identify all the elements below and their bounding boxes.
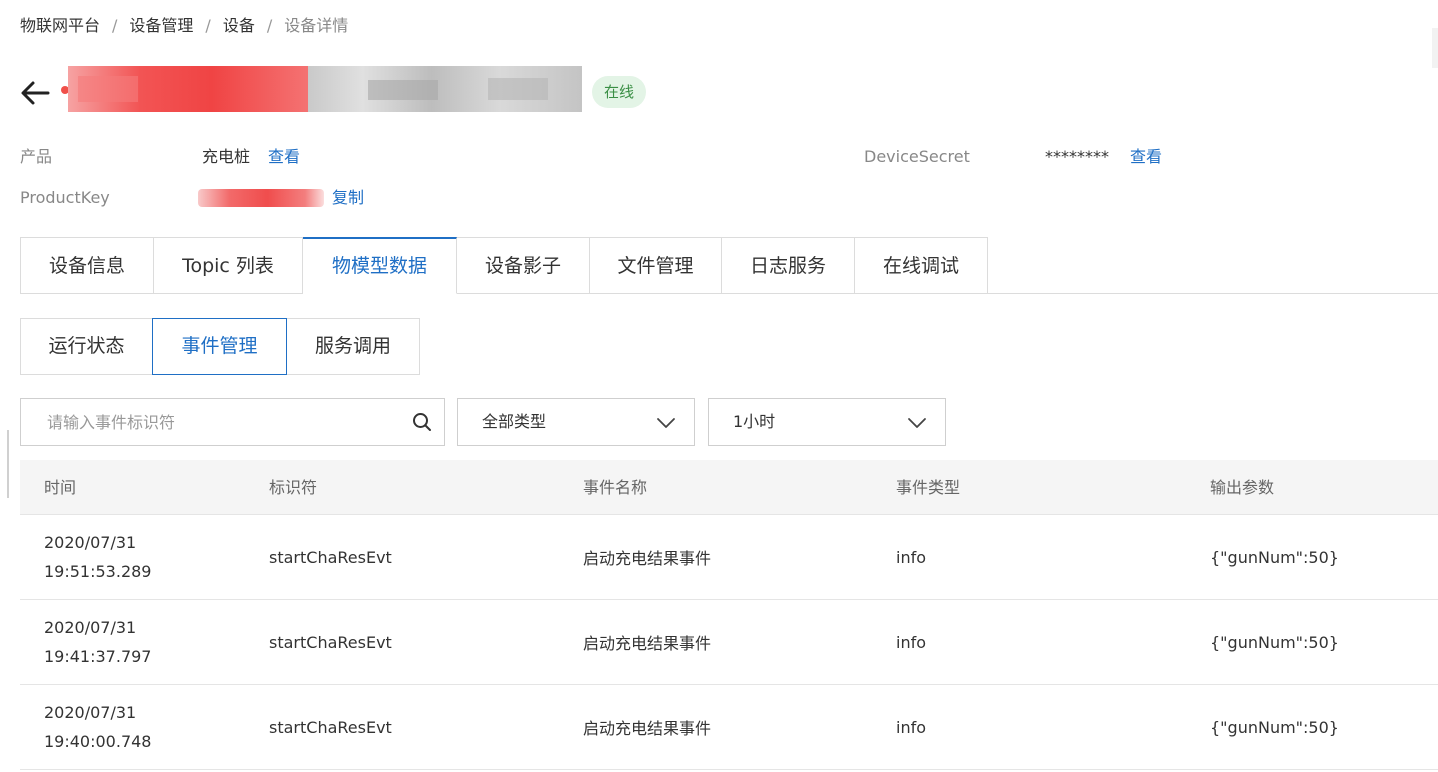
table-row: 2020/07/31 19:41:37.797 startChaResEvt 启… (20, 600, 1438, 685)
cell-output-params: {"gunNum":50} (1210, 547, 1339, 567)
breadcrumb-device-management[interactable]: 设备管理 (129, 16, 193, 35)
breadcrumb-device-detail: 设备详情 (284, 16, 349, 35)
breadcrumb-iot-platform[interactable]: 物联网平台 (20, 16, 100, 35)
tab-topic-list[interactable]: Topic 列表 (154, 237, 303, 294)
tab-thing-model-data[interactable]: 物模型数据 (303, 237, 457, 294)
cell-event-name: 启动充电结果事件 (583, 549, 712, 568)
device-secret-view-link[interactable]: 查看 (1130, 145, 1162, 169)
cell-time: 2020/07/31 19:40:00.748 (44, 685, 151, 769)
cell-identifier: startChaResEvt (269, 632, 392, 652)
main-tabs: 设备信息 Topic 列表 物模型数据 设备影子 文件管理 日志服务 在线调试 (20, 237, 1438, 294)
event-type-select-value: 全部类型 (482, 412, 547, 431)
subtab-running-status[interactable]: 运行状态 (20, 318, 153, 375)
device-name-redacted (68, 60, 582, 124)
event-search-box (20, 398, 445, 446)
cell-output-params: {"gunNum":50} (1210, 632, 1339, 652)
device-secret-value: ******** (1045, 147, 1109, 166)
cell-date: 2020/07/31 (44, 533, 137, 552)
table-header: 时间 标识符 事件名称 事件类型 输出参数 (20, 460, 1438, 515)
chevron-down-icon (907, 413, 927, 433)
productkey-copy-link[interactable]: 复制 (332, 186, 364, 210)
tab-device-shadow[interactable]: 设备影子 (457, 237, 590, 294)
table-row: 2020/07/31 19:40:00.748 startChaResEvt 启… (20, 685, 1438, 770)
column-header-time: 时间 (44, 478, 77, 497)
tab-device-info[interactable]: 设备信息 (20, 237, 154, 294)
time-range-select[interactable]: 1小时 (708, 398, 946, 446)
cell-event-type: info (896, 632, 927, 652)
tab-file-management[interactable]: 文件管理 (590, 237, 722, 294)
cell-identifier: startChaResEvt (269, 547, 392, 567)
device-title-row: 在线 (20, 60, 720, 124)
cell-clock: 19:40:00.748 (44, 732, 152, 751)
time-range-select-value: 1小时 (733, 412, 776, 431)
product-view-link[interactable]: 查看 (268, 145, 300, 169)
product-value: 充电桩 (202, 147, 251, 166)
productkey-value-redacted (198, 189, 324, 207)
event-table: 时间 标识符 事件名称 事件类型 输出参数 2020/07/31 19:51:5… (20, 460, 1438, 770)
subtab-service-call[interactable]: 服务调用 (287, 318, 420, 375)
subtab-event-management[interactable]: 事件管理 (152, 318, 287, 375)
cell-event-name: 启动充电结果事件 (583, 719, 712, 738)
column-header-event-name: 事件名称 (583, 478, 648, 497)
tab-online-debug[interactable]: 在线调试 (855, 237, 988, 294)
cell-event-name: 启动充电结果事件 (583, 634, 712, 653)
breadcrumb-separator: / (266, 16, 273, 35)
cell-time: 2020/07/31 19:51:53.289 (44, 515, 151, 599)
event-type-select[interactable]: 全部类型 (457, 398, 695, 446)
cell-event-type: info (896, 547, 927, 567)
breadcrumb: 物联网平台 / 设备管理 / 设备 / 设备详情 (20, 14, 348, 38)
page-edge-decoration (1432, 28, 1438, 68)
search-icon[interactable] (412, 412, 432, 432)
breadcrumb-separator: / (112, 16, 118, 35)
status-badge: 在线 (592, 76, 647, 108)
productkey-row: ProductKey 复制 (20, 186, 620, 210)
column-header-identifier: 标识符 (269, 478, 318, 497)
cell-event-type: info (896, 717, 927, 737)
device-secret-label: DeviceSecret (864, 147, 970, 166)
breadcrumb-separator: / (205, 16, 211, 35)
cell-identifier: startChaResEvt (269, 717, 392, 737)
cell-date: 2020/07/31 (44, 618, 137, 637)
cell-clock: 19:41:37.797 (44, 647, 152, 666)
productkey-label: ProductKey (20, 188, 110, 207)
breadcrumb-device[interactable]: 设备 (223, 16, 255, 35)
cell-clock: 19:51:53.289 (44, 562, 152, 581)
table-row: 2020/07/31 19:51:53.289 startChaResEvt 启… (20, 515, 1438, 600)
product-row: 产品 充电桩 查看 DeviceSecret ******** 查看 (20, 145, 1220, 169)
cell-time: 2020/07/31 19:41:37.797 (44, 600, 151, 684)
back-arrow-icon[interactable] (20, 80, 50, 106)
scroll-handle[interactable] (7, 430, 9, 498)
column-header-event-type: 事件类型 (896, 478, 961, 497)
tab-log-service[interactable]: 日志服务 (722, 237, 855, 294)
cell-output-params: {"gunNum":50} (1210, 717, 1339, 737)
product-label: 产品 (20, 147, 53, 166)
chevron-down-icon (656, 413, 676, 433)
cell-date: 2020/07/31 (44, 703, 137, 722)
column-header-output-params: 输出参数 (1210, 478, 1275, 497)
event-search-input[interactable] (21, 399, 401, 445)
